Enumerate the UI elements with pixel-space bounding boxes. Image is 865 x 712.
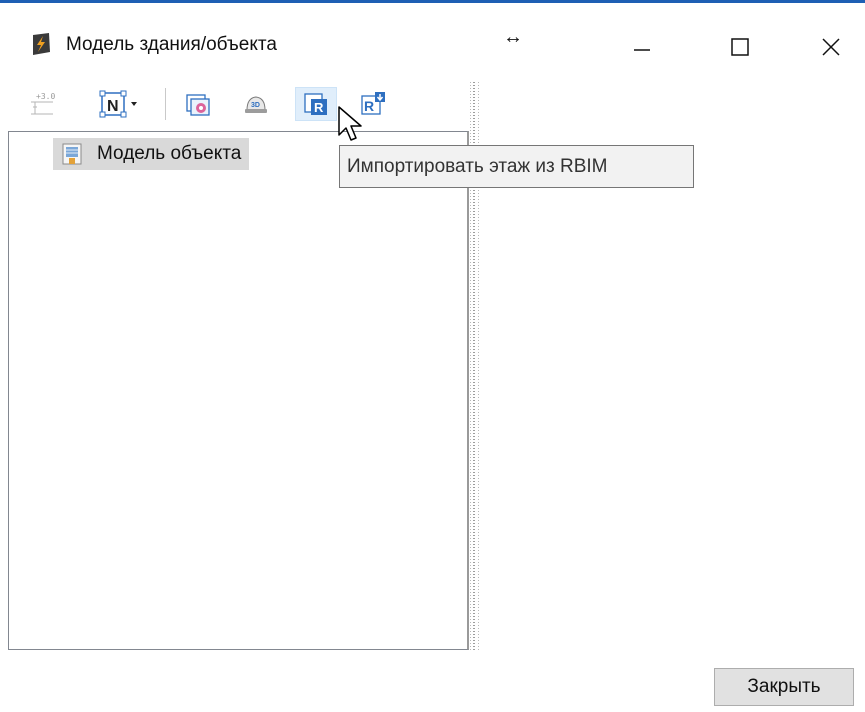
import-floor-icon: R [304,93,327,115]
3d-view-button[interactable]: 3D [238,87,274,121]
close-icon [822,38,840,56]
chevron-down-icon [131,102,137,106]
model-window: Модель здания/объекта ↔ +3.0 N 3D R R Мо… [0,0,865,712]
north-arrow-icon: N [99,90,127,118]
level-elevation-icon: +3.0 [31,92,55,115]
svg-text:+3.0: +3.0 [36,92,55,101]
tree-item-object-model[interactable]: Модель объекта [53,138,250,170]
toolbar-separator [165,88,166,120]
minimize-button[interactable] [619,27,665,67]
svg-text:R: R [314,100,324,115]
model-tree[interactable]: Модель объекта [8,131,469,650]
close-window-button[interactable] [808,27,854,67]
mouse-cursor-icon [338,106,362,141]
maximize-icon [731,38,749,56]
svg-text:R: R [364,98,374,114]
minimize-icon [634,49,650,51]
building-icon [62,143,82,165]
svg-text:N: N [107,98,119,115]
close-button[interactable]: Закрыть [714,668,854,706]
tree-item-label: Модель объекта [97,143,242,164]
resize-horizontal-icon: ↔ [503,26,523,48]
app-lightning-icon [33,33,50,55]
maximize-button[interactable] [717,27,763,67]
import-floor-button[interactable]: R [295,87,337,121]
toolbar: +3.0 N 3D R R [24,84,464,126]
tooltip: Импортировать этаж из RBIM [339,145,694,188]
north-dropdown-button[interactable]: N [92,87,144,121]
level-elevation-button[interactable]: +3.0 [24,87,60,121]
title-bar[interactable]: Модель здания/объекта ↔ [0,3,865,75]
layer-settings-icon [186,94,210,116]
window-title: Модель здания/объекта [66,34,277,55]
layer-settings-button[interactable] [180,87,216,121]
3d-helmet-icon: 3D [245,96,267,113]
svg-text:3D: 3D [251,102,260,109]
tooltip-text: Импортировать этаж из RBIM [347,155,608,177]
